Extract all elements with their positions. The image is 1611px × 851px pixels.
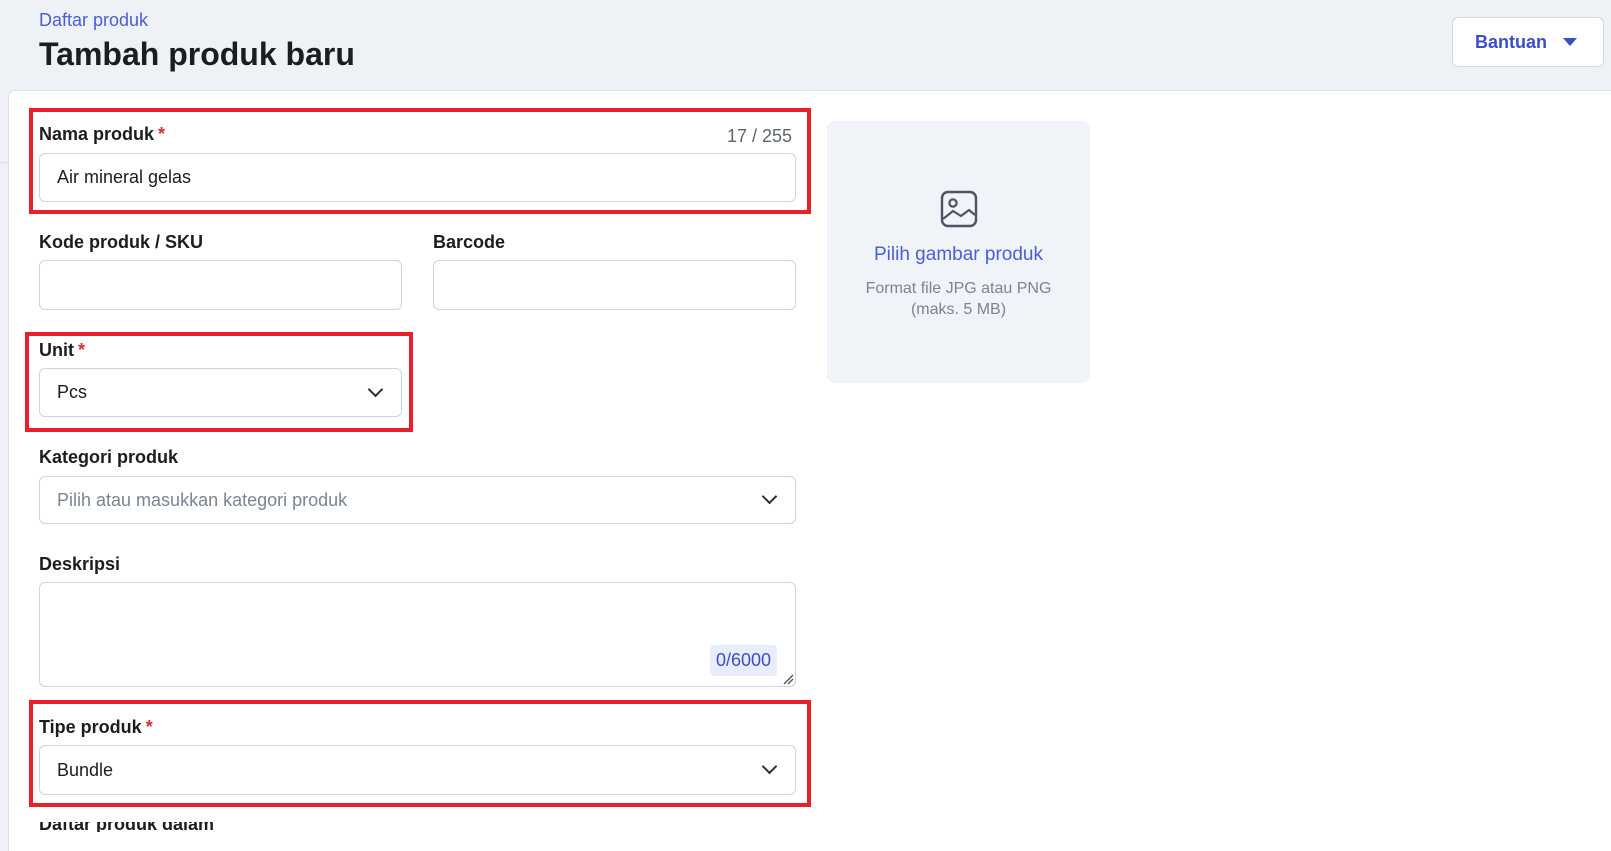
divider	[0, 162, 8, 163]
category-label: Kategori produk	[39, 447, 179, 467]
bundle-items-label-text: Daftar produk dalam bundle	[39, 822, 215, 832]
category-placeholder: Pilih atau masukkan kategori produk	[57, 489, 348, 510]
page-title: Tambah produk baru	[39, 36, 355, 72]
unit-label-text: Unit	[39, 340, 74, 360]
product-image-upload[interactable]: Pilih gambar produk Format file JPG atau…	[827, 121, 1090, 383]
help-button[interactable]: Bantuan	[1452, 17, 1604, 67]
help-button-label: Bantuan	[1475, 31, 1547, 52]
barcode-label: Barcode	[433, 232, 506, 252]
product-type-label: Tipe produk *	[39, 717, 153, 738]
unit-value: Pcs	[57, 382, 88, 402]
product-name-label-text: Nama produk	[39, 124, 155, 144]
form-card	[8, 90, 1611, 851]
chevron-down-icon	[761, 758, 778, 775]
breadcrumb-product-list[interactable]: Daftar produk	[39, 10, 148, 31]
required-mark: *	[145, 717, 153, 737]
required-mark: *	[78, 340, 86, 360]
page-header: Daftar produk Tambah produk baru Bantuan	[0, 0, 1611, 90]
product-name-value: Air mineral gelas	[57, 167, 192, 187]
chevron-down-icon	[367, 381, 384, 397]
image-upload-hint-line1: Format file JPG atau PNG	[865, 280, 1052, 297]
chevron-down-icon	[761, 488, 778, 505]
product-name-input[interactable]: Air mineral gelas	[39, 153, 796, 202]
image-upload-hint: Format file JPG atau PNG (maks. 5 MB)	[847, 278, 1070, 320]
product-name-label: Nama produk *	[39, 124, 165, 145]
barcode-input[interactable]	[433, 260, 796, 310]
bundle-items-label-partial: Daftar produk dalam bundle	[39, 822, 239, 832]
image-upload-title: Pilih gambar produk	[874, 244, 1043, 265]
product-type-label-text: Tipe produk	[39, 717, 142, 737]
sku-input[interactable]	[39, 260, 402, 310]
category-select[interactable]: Pilih atau masukkan kategori produk	[39, 476, 796, 524]
resize-handle-icon[interactable]	[782, 673, 794, 685]
unit-label: Unit *	[39, 340, 85, 361]
product-name-counter: 17 / 255	[727, 126, 793, 146]
caret-down-icon	[1563, 38, 1577, 46]
image-icon	[940, 190, 978, 228]
product-type-select[interactable]: Bundle	[39, 745, 796, 795]
description-textarea[interactable]	[39, 582, 796, 687]
unit-select[interactable]: Pcs	[39, 368, 402, 417]
image-upload-hint-line2: (maks. 5 MB)	[910, 301, 1007, 318]
description-counter: 0/6000	[710, 645, 778, 676]
sku-label: Kode produk / SKU	[39, 232, 204, 252]
required-mark: *	[158, 124, 166, 144]
product-type-value: Bundle	[57, 759, 114, 780]
description-label: Deskripsi	[39, 554, 121, 574]
